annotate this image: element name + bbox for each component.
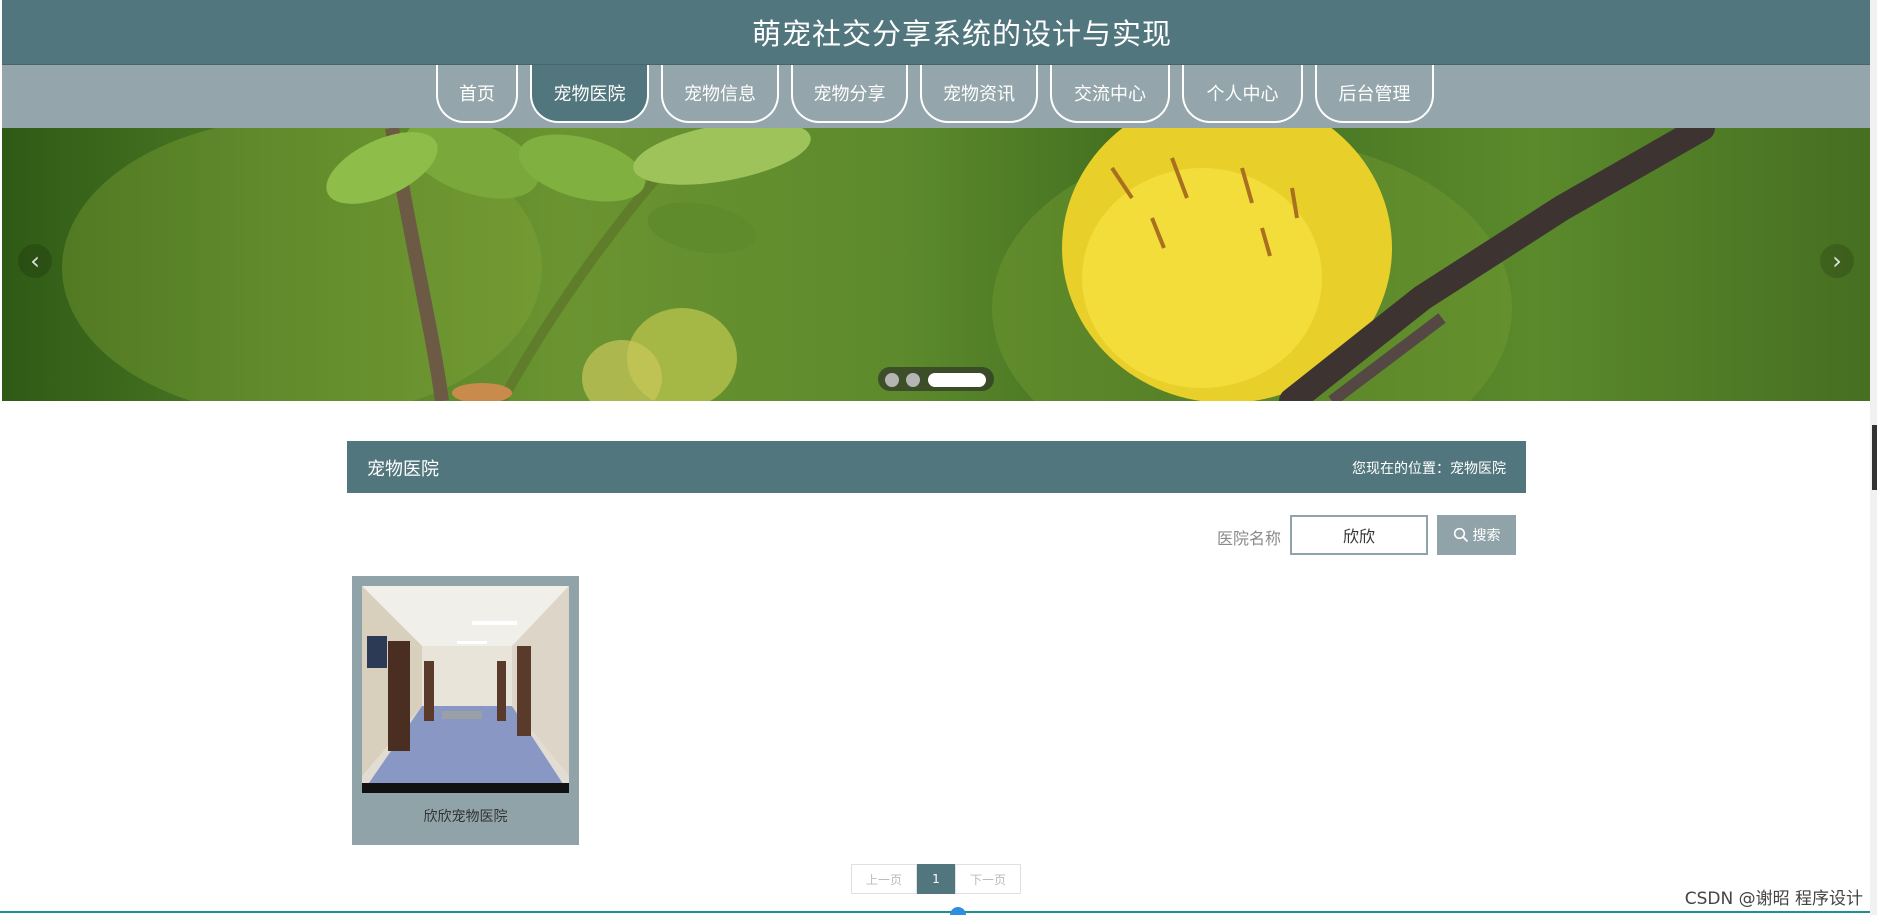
breadcrumb: 您现在的位置：宠物医院	[1352, 461, 1506, 477]
bottom-divider	[0, 911, 1870, 913]
carousel-dot-2[interactable]	[906, 373, 920, 387]
nav-item-pet-hospital[interactable]: 宠物医院	[530, 65, 649, 123]
scrollbar-thumb[interactable]	[1872, 425, 1877, 490]
hospital-name-label: 医院名称	[1217, 529, 1282, 548]
hospital-card-title: 欣欣宠物医院	[423, 809, 508, 825]
nav-item-pet-news[interactable]: 宠物资讯	[920, 65, 1038, 123]
nav-item-forum[interactable]: 交流中心	[1050, 65, 1170, 123]
search-button-label: 搜索	[1472, 528, 1501, 544]
section-title: 宠物医院	[367, 459, 439, 480]
hospital-name-input[interactable]	[1290, 515, 1428, 555]
section-header: 宠物医院 您现在的位置：宠物医院	[347, 441, 1526, 493]
next-page-button[interactable]: 下一页	[955, 864, 1021, 894]
nav-item-pet-share[interactable]: 宠物分享	[791, 65, 908, 123]
bottom-indicator	[950, 907, 966, 915]
prev-page-button[interactable]: 上一页	[851, 864, 917, 894]
carousel-next-button[interactable]: ›	[1820, 244, 1854, 278]
hospital-card-image	[362, 586, 569, 793]
site-title: 萌宠社交分享系统的设计与实现	[751, 17, 1172, 51]
nav-item-home[interactable]: 首页	[436, 65, 518, 123]
nav-item-pet-info[interactable]: 宠物信息	[661, 65, 779, 123]
carousel-dot-1[interactable]	[885, 373, 899, 387]
banner-image	[62, 128, 1715, 401]
carousel-dot-3[interactable]	[928, 373, 986, 387]
watermark: CSDN @谢昭 程序设计	[1684, 884, 1863, 909]
nav-item-personal-center[interactable]: 个人中心	[1182, 65, 1303, 123]
carousel-prev-button[interactable]: ‹	[18, 244, 52, 278]
search-icon	[1453, 527, 1469, 543]
hospital-card[interactable]: 欣欣宠物医院	[352, 576, 579, 845]
page-1-button[interactable]: 1	[917, 864, 955, 894]
pagination: 上一页 1 下一页	[851, 864, 1021, 894]
site-header: 萌宠社交分享系统的设计与实现	[2, 0, 1870, 65]
nav-item-admin[interactable]: 后台管理	[1315, 65, 1434, 123]
nav-items: 首页 宠物医院 宠物信息 宠物分享 宠物资讯 交流中心 个人中心 后台管理	[436, 65, 1446, 128]
search-button[interactable]: 搜索	[1437, 515, 1516, 555]
banner-carousel[interactable]: ‹ ›	[2, 128, 1870, 401]
carousel-indicators	[878, 367, 994, 391]
main-nav: 首页 宠物医院 宠物信息 宠物分享 宠物资讯 交流中心 个人中心 后台管理	[2, 65, 1870, 128]
